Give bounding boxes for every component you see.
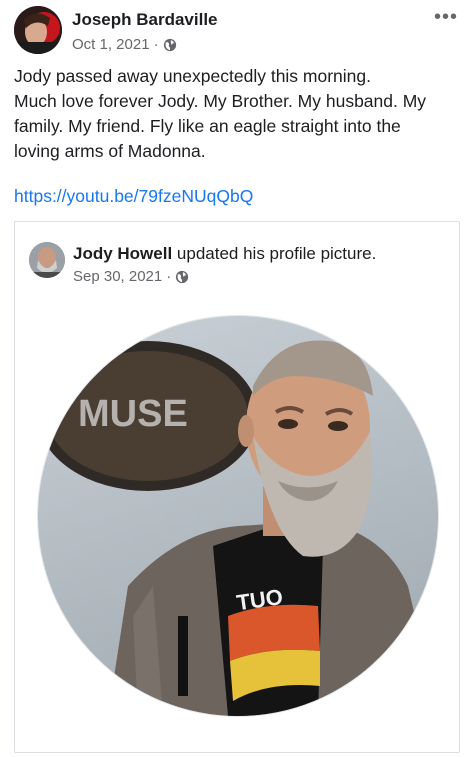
post-date[interactable]: Oct 1, 2021 bbox=[72, 36, 150, 53]
shared-post-card[interactable]: Jody Howell updated his profile picture.… bbox=[14, 221, 460, 753]
shared-author-name[interactable]: Jody Howell bbox=[73, 244, 172, 263]
profile-picture[interactable]: MUSE TUO bbox=[37, 315, 439, 717]
meta-separator: · bbox=[166, 268, 172, 285]
shared-post-meta: Sep 30, 2021 · bbox=[73, 268, 189, 285]
post-text-line: Jody passed away unexpectedly this morni… bbox=[14, 66, 372, 86]
post-text-line: Much love forever Jody. My Brother. My h… bbox=[14, 91, 427, 111]
post-text: Jody passed away unexpectedly this morni… bbox=[14, 64, 464, 164]
profile-picture-image: MUSE TUO bbox=[38, 316, 438, 716]
shared-action-text: updated his profile picture. bbox=[176, 244, 377, 263]
avatar[interactable] bbox=[14, 6, 62, 54]
shared-post-title: Jody Howell updated his profile picture. bbox=[73, 244, 376, 264]
post-text-line: family. My friend. Fly like an eagle str… bbox=[14, 116, 401, 136]
post-meta: Oct 1, 2021 · bbox=[72, 36, 177, 53]
post-text-line: loving arms of Madonna. bbox=[14, 141, 206, 161]
sign-text: MUSE bbox=[78, 393, 188, 435]
globe-icon bbox=[176, 270, 189, 283]
post-header: Joseph Bardaville Oct 1, 2021 · ••• bbox=[14, 6, 464, 56]
shared-post-date[interactable]: Sep 30, 2021 bbox=[73, 268, 162, 285]
globe-icon bbox=[163, 38, 176, 51]
youtube-link[interactable]: https://youtu.be/79fzeNUqQbQ bbox=[14, 186, 253, 207]
meta-separator: · bbox=[153, 36, 159, 53]
more-options-icon[interactable]: ••• bbox=[434, 7, 458, 27]
author-name[interactable]: Joseph Bardaville bbox=[72, 10, 218, 30]
shared-post-header: Jody Howell updated his profile picture.… bbox=[29, 242, 439, 286]
shared-avatar[interactable] bbox=[29, 242, 65, 278]
